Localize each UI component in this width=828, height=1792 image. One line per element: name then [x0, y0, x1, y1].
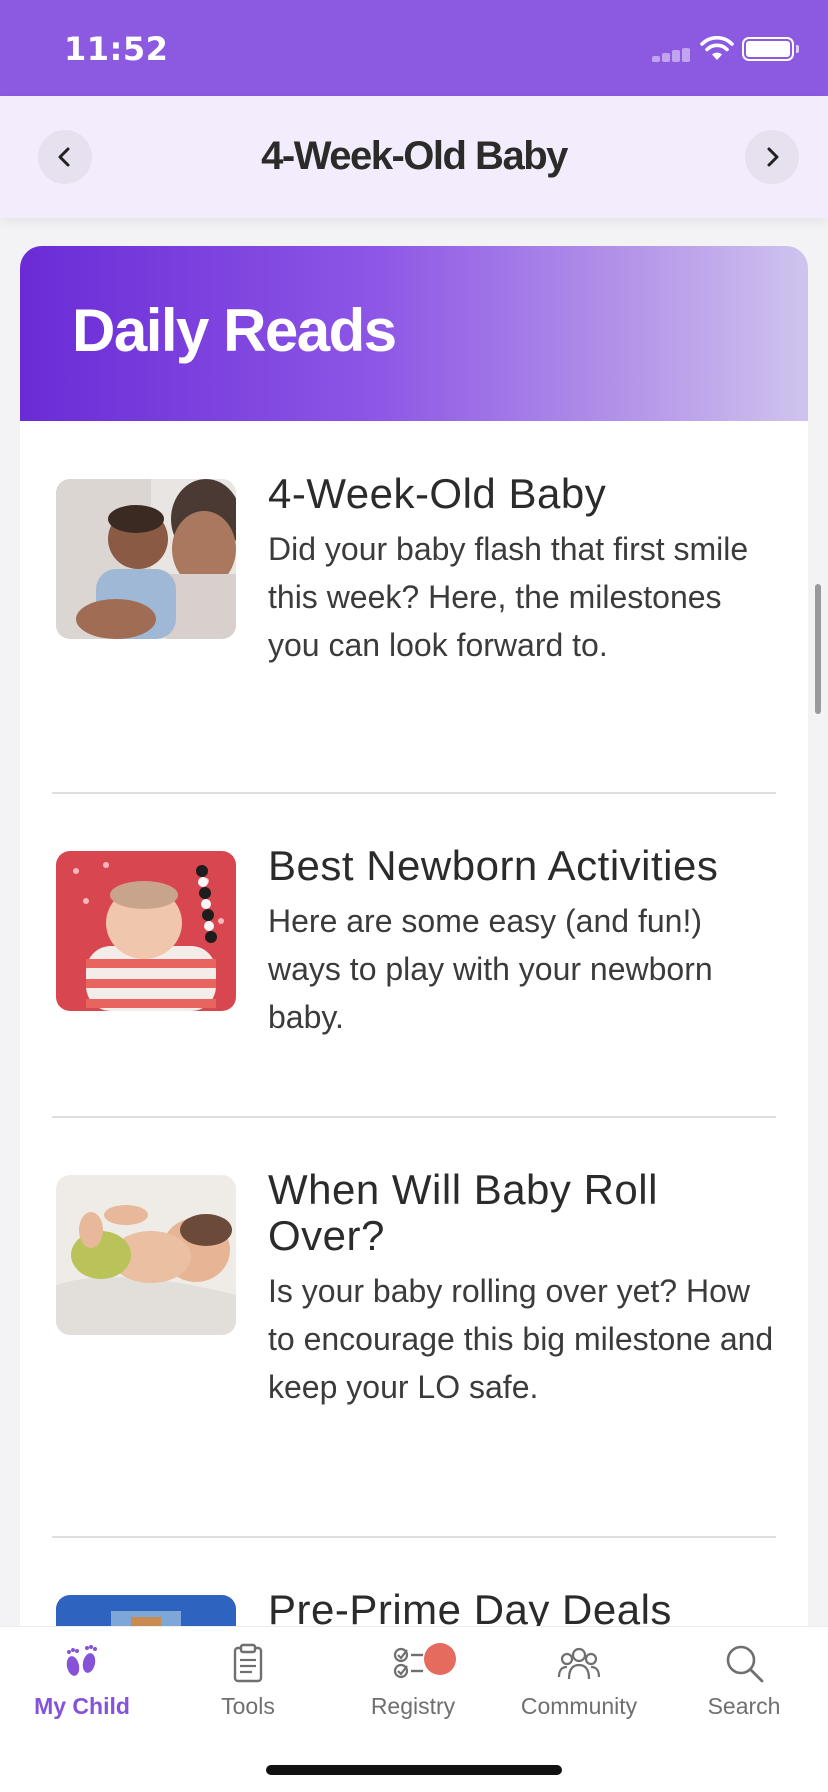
cellular-signal-icon: [652, 48, 690, 62]
tab-label: My Child: [34, 1693, 130, 1719]
card-header: Daily Reads: [20, 246, 808, 421]
article-thumbnail: [56, 1595, 236, 1626]
tab-label: Search: [707, 1693, 781, 1719]
article-title: When Will Baby Roll Over?: [268, 1166, 658, 1259]
article-thumbnail: [56, 479, 236, 639]
article-title: 4-Week-Old Baby: [268, 470, 607, 517]
people-icon: [557, 1647, 601, 1680]
status-bar: 11:52: [0, 0, 828, 96]
clipboard-icon: [233, 1643, 263, 1683]
article-description: Did your baby flash that first smile thi…: [268, 531, 749, 663]
status-time: 11:52: [64, 30, 169, 68]
top-nav: 4-Week-Old Baby: [0, 96, 828, 218]
tab-label: Tools: [221, 1693, 275, 1719]
wifi-icon: [700, 36, 734, 60]
notification-badge: [424, 1643, 456, 1675]
tab-search[interactable]: Search: [669, 1641, 819, 1741]
battery-icon: [742, 37, 799, 61]
tab-community[interactable]: Community: [504, 1641, 654, 1741]
search-icon: [726, 1645, 764, 1683]
baby-feet-icon: [66, 1645, 97, 1676]
article-thumbnail: [56, 1175, 236, 1335]
tab-registry[interactable]: Registry: [338, 1641, 488, 1741]
article-item[interactable]: Pre-Prime Day Deals: [20, 1537, 808, 1626]
tab-label: Community: [520, 1693, 638, 1719]
deals-photo: [56, 1595, 236, 1626]
article-thumbnail: [56, 851, 236, 1011]
article-title: Pre-Prime Day Deals: [268, 1586, 672, 1627]
tab-tools[interactable]: Tools: [173, 1641, 323, 1741]
tab-label: Registry: [370, 1693, 456, 1719]
page-title: 4-Week-Old Baby: [261, 134, 568, 178]
article-description: Here are some easy (and fun!) ways to pl…: [268, 903, 713, 1035]
article-item[interactable]: Best Newborn Activities Here are some ea…: [20, 793, 808, 1118]
article-item[interactable]: 4-Week-Old Baby Did your baby flash that…: [20, 421, 808, 794]
scrollbar[interactable]: [815, 584, 821, 714]
home-indicator: [266, 1765, 562, 1775]
baby-playing-photo: [56, 851, 236, 1011]
tab-my-child[interactable]: My Child: [7, 1641, 157, 1741]
article-item[interactable]: When Will Baby Roll Over? Is your baby r…: [20, 1117, 808, 1538]
daily-reads-card: Daily Reads 4-Week-Old Baby Did your bab…: [20, 246, 808, 1626]
chevron-right-icon: [767, 147, 779, 167]
next-week-button[interactable]: [745, 130, 799, 184]
card-header-title: Daily Reads: [72, 297, 397, 364]
article-description: Is your baby rolling over yet? How to en…: [268, 1273, 774, 1405]
article-title: Best Newborn Activities: [268, 842, 719, 889]
baby-lying-photo: [56, 1175, 236, 1335]
baby-smiling-photo: [56, 479, 236, 639]
